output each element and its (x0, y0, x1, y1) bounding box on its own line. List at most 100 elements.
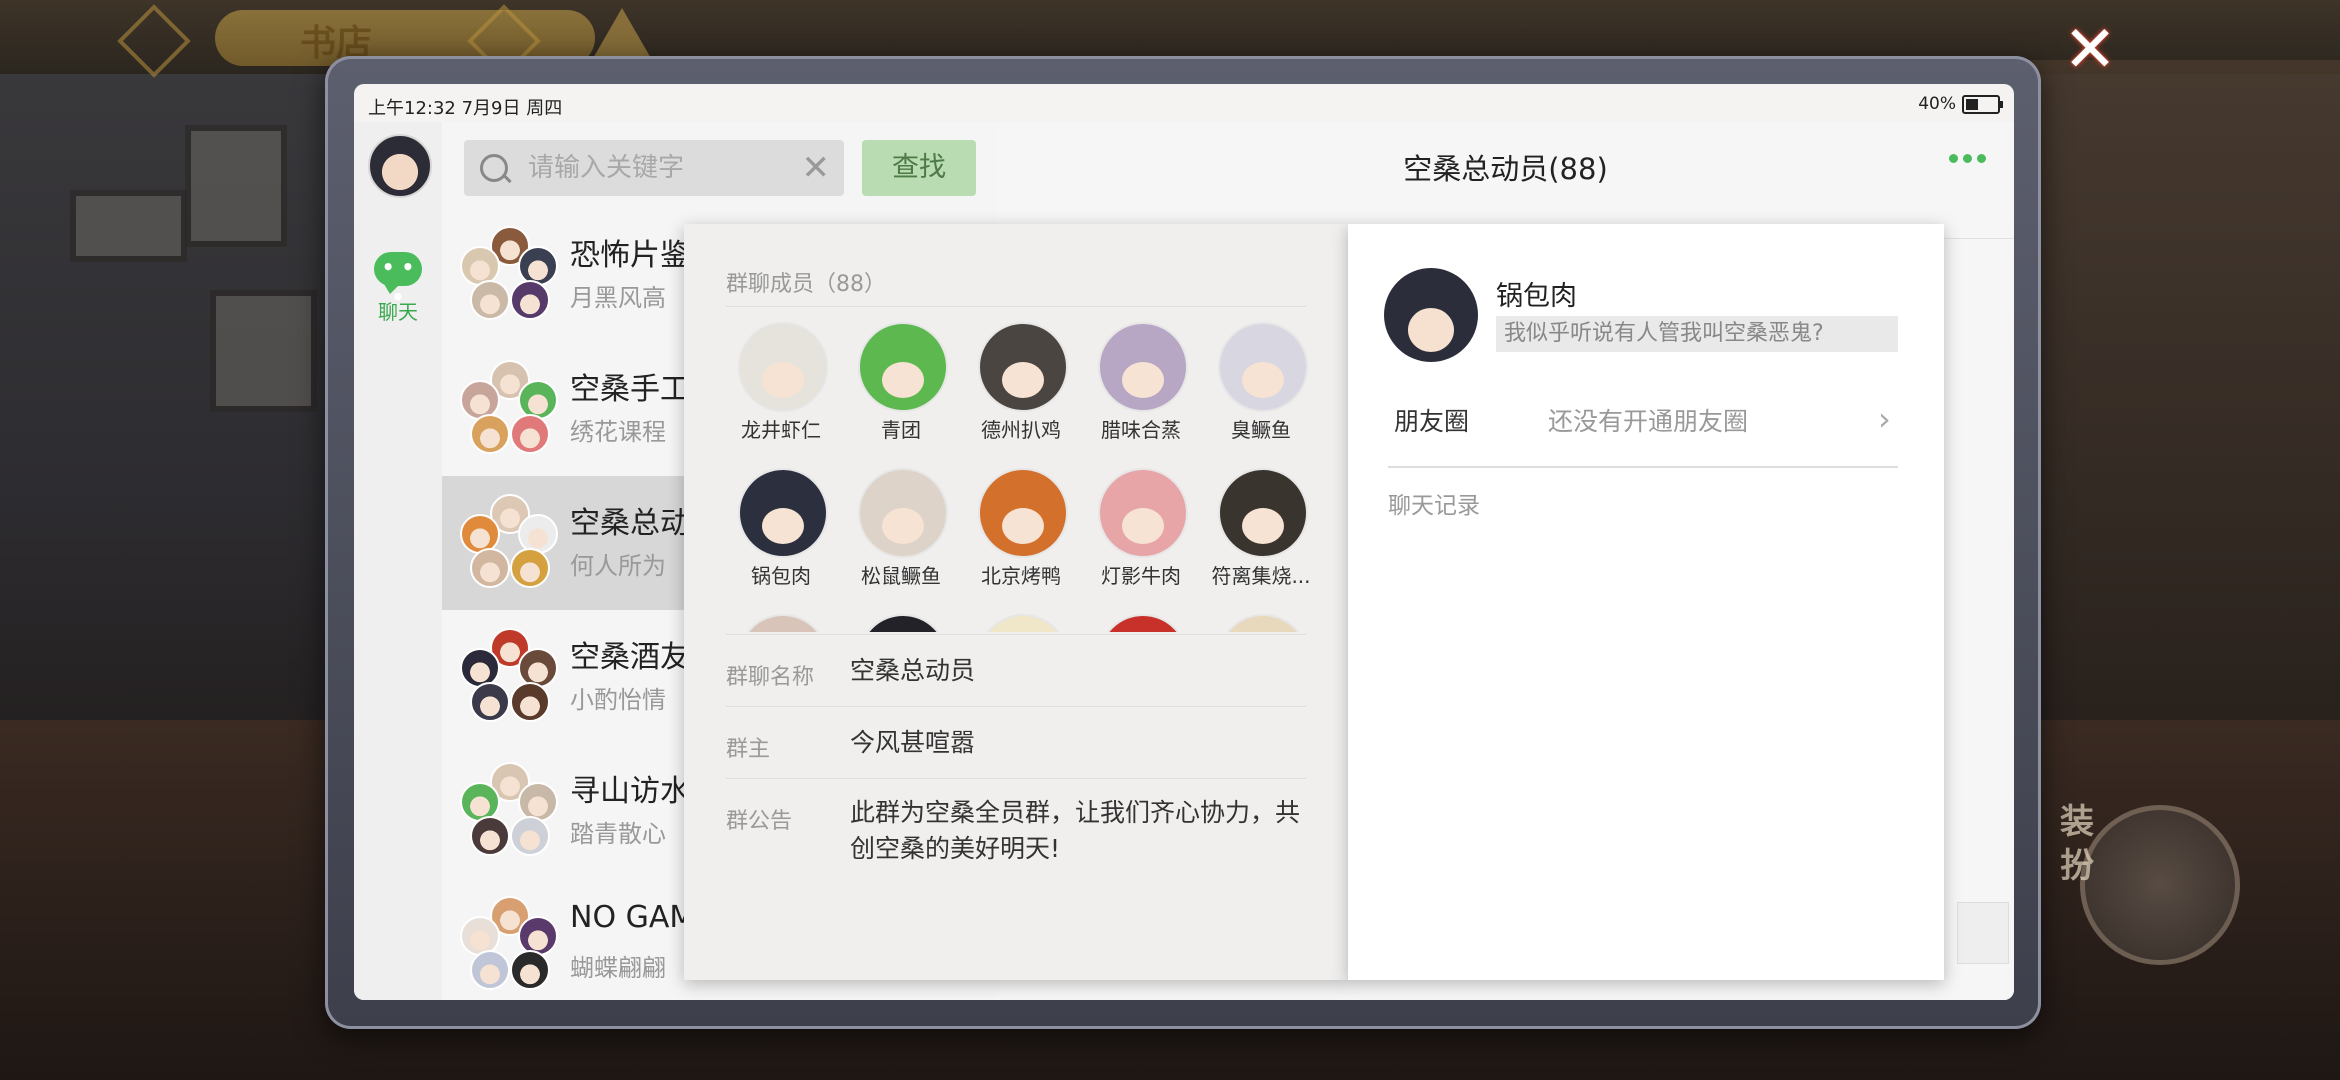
member-item[interactable] (726, 614, 836, 632)
group-notice-row[interactable]: 群公告 此群为空桑全员群，让我们齐心协力，共创空桑的美好明天! (726, 778, 1306, 899)
game-warning-icon (592, 8, 652, 60)
chat-list-name: 寻山访水 (570, 774, 690, 809)
chat-records-label[interactable]: 聊天记录 (1388, 486, 1480, 520)
member-avatar (1098, 322, 1188, 412)
member-item[interactable]: 青团 (846, 322, 956, 462)
member-item[interactable] (966, 614, 1076, 632)
status-battery: 40% (1918, 94, 2003, 114)
group-avatar (460, 896, 558, 992)
moments-label[interactable]: 朋友圈 (1394, 402, 1469, 438)
left-rail: • • • 聊天 (354, 122, 442, 1000)
member-item[interactable] (1206, 614, 1316, 632)
member-name: 北京烤鸭 (981, 564, 1061, 588)
group-avatar-face (510, 280, 550, 320)
group-notice-value: 此群为空桑全员群，让我们齐心协力，共创空桑的美好明天! (850, 798, 1301, 863)
status-time: 上午12:32 7月9日 周四 (368, 98, 563, 119)
member-avatar (1218, 322, 1308, 412)
divider (726, 306, 1306, 307)
clear-icon[interactable]: ✕ (802, 151, 831, 185)
dress-up-label[interactable]: 装扮 (2060, 800, 2104, 888)
battery-icon (1962, 94, 2003, 114)
member-name: 龙井虾仁 (741, 418, 821, 442)
chat-list-name: 空桑总动 (570, 506, 690, 541)
user-avatar[interactable] (368, 134, 432, 198)
member-grid: 龙井虾仁 青团 德州扒鸡 腊味合蒸 臭鳜鱼锅包肉 松鼠鳜鱼 北京烤鸭 灯影牛肉 符离集烧... (726, 322, 1326, 632)
profile-signature: 我似乎听说有人管我叫空桑恶鬼? (1496, 316, 1898, 352)
member-avatar (858, 468, 948, 558)
member-item[interactable]: 臭鳜鱼 (1206, 322, 1316, 462)
member-avatar (858, 614, 948, 632)
moments-value[interactable]: 还没有开通朋友圈 (1548, 402, 1748, 438)
battery-percent: 40% (1918, 94, 1956, 114)
group-owner-value: 今风甚喧嚣 (850, 728, 976, 757)
group-avatar-face (470, 816, 510, 856)
member-avatar (738, 322, 828, 412)
group-avatar-face (510, 816, 550, 856)
member-item[interactable]: 腊味合蒸 (1086, 322, 1196, 462)
member-item[interactable]: 北京烤鸭 (966, 468, 1076, 608)
group-avatar-face (470, 548, 510, 588)
rail-chat-label[interactable]: 聊天 (354, 296, 442, 325)
profile-card: 锅包肉 我似乎听说有人管我叫空桑恶鬼? 朋友圈 还没有开通朋友圈 › 聊天记录 (1348, 224, 1944, 980)
group-avatar-face (470, 414, 510, 454)
close-icon[interactable]: ✕ (2055, 18, 2125, 82)
chat-list-name: NO GAM (570, 900, 696, 935)
member-item[interactable] (1086, 614, 1196, 632)
member-avatar (738, 614, 828, 632)
group-notice-label: 群公告 (726, 809, 793, 834)
chevron-right-icon[interactable]: › (1878, 400, 1891, 438)
chat-input-area[interactable] (1957, 902, 2009, 964)
chat-list-subtitle: 小酌怡情 (570, 686, 666, 714)
member-name: 松鼠鳜鱼 (861, 564, 941, 588)
member-name: 臭鳜鱼 (1231, 418, 1291, 442)
member-avatar (978, 322, 1068, 412)
group-avatar (460, 226, 558, 322)
member-avatar (978, 468, 1068, 558)
wall-frame (210, 290, 317, 412)
group-avatar-face (510, 414, 550, 454)
member-item[interactable]: 符离集烧... (1206, 468, 1316, 608)
more-dots-icon[interactable] (1949, 154, 1986, 163)
group-avatar (460, 762, 558, 858)
members-title: 群聊成员（88） (726, 272, 886, 297)
search-icon (480, 154, 508, 182)
search-button[interactable]: 查找 (862, 140, 976, 196)
member-item[interactable]: 松鼠鳜鱼 (846, 468, 956, 608)
mirror-icon[interactable] (2080, 805, 2240, 965)
chat-list-subtitle: 蝴蝶翩翩 (570, 954, 666, 982)
member-item[interactable] (846, 614, 956, 632)
search-box: ✕ (464, 140, 844, 196)
member-item[interactable]: 锅包肉 (726, 468, 836, 608)
group-avatar-face (470, 280, 510, 320)
chat-list-subtitle: 何人所为 (570, 552, 666, 580)
member-item[interactable]: 龙井虾仁 (726, 322, 836, 462)
member-name: 青团 (881, 418, 921, 442)
chat-title: 空桑总动员(88) (1403, 152, 1608, 186)
profile-avatar[interactable] (1384, 268, 1478, 362)
group-name-row[interactable]: 群聊名称 空桑总动员 (726, 634, 1306, 707)
group-avatar (460, 494, 558, 590)
member-avatar (1098, 614, 1188, 632)
group-info-panel: 群聊成员（88） 龙井虾仁 青团 德州扒鸡 腊味合蒸 臭鳜鱼锅包肉 松鼠鳜鱼 北京烤鸭 灯影牛… (684, 224, 1348, 980)
member-avatar (1098, 468, 1188, 558)
member-item[interactable]: 灯影牛肉 (1086, 468, 1196, 608)
member-name: 符离集烧... (1211, 564, 1311, 588)
member-avatar (978, 614, 1068, 632)
speech-bubble-icon[interactable]: • • • (374, 252, 422, 309)
divider (1388, 466, 1898, 468)
profile-name: 锅包肉 (1496, 281, 1577, 312)
group-avatar (460, 628, 558, 724)
group-name-label: 群聊名称 (726, 665, 815, 690)
group-owner-row[interactable]: 群主 今风甚喧嚣 (726, 706, 1306, 779)
chat-list-name: 恐怖片鉴 (570, 238, 690, 273)
search-input[interactable] (526, 152, 800, 184)
member-item[interactable]: 德州扒鸡 (966, 322, 1076, 462)
wall-frame (70, 190, 187, 262)
wall-frame (185, 125, 287, 247)
member-avatar (1218, 614, 1308, 632)
chat-list-subtitle: 月黑风高 (570, 284, 666, 312)
member-name: 灯影牛肉 (1101, 564, 1181, 588)
group-avatar-face (470, 950, 510, 990)
group-avatar-face (470, 682, 510, 722)
group-avatar-face (510, 950, 550, 990)
